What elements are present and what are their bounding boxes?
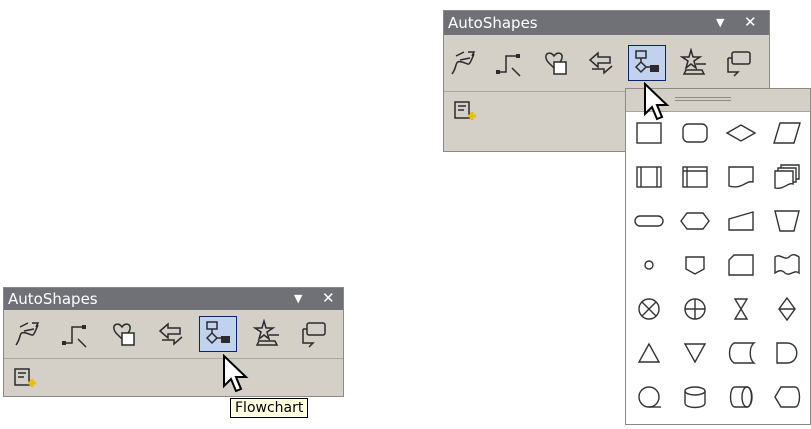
flowchart-multidocument-icon[interactable]: [768, 158, 806, 196]
flowchart-icon[interactable]: [628, 45, 666, 81]
lines-icon[interactable]: [8, 316, 46, 352]
flowchart-terminator-icon[interactable]: [630, 202, 668, 240]
block-arrows-icon[interactable]: [582, 45, 620, 81]
flowchart-or-icon[interactable]: [676, 290, 714, 328]
mouse-cursor-icon: [223, 354, 249, 393]
toolbar-icon-row: [444, 35, 769, 92]
flowchart-punched-tape-icon[interactable]: [768, 246, 806, 284]
flowchart-display-icon[interactable]: [768, 378, 806, 416]
callouts-icon[interactable]: [720, 45, 758, 81]
block-arrows-icon[interactable]: [152, 316, 190, 352]
flowchart-document-icon[interactable]: [722, 158, 760, 196]
basic-shapes-icon[interactable]: [104, 316, 142, 352]
flowchart-alternate-process-icon[interactable]: [676, 114, 714, 152]
callouts-icon[interactable]: [295, 316, 333, 352]
connectors-icon[interactable]: [56, 316, 94, 352]
autoshapes-toolbar-small: AutoShapes ▼ ✕: [3, 287, 344, 397]
basic-shapes-icon[interactable]: [536, 45, 574, 81]
stars-banners-icon[interactable]: [247, 316, 285, 352]
mouse-cursor-icon: [644, 82, 670, 121]
more-autoshapes-icon[interactable]: [10, 360, 40, 396]
toolbar-options-dropdown-icon[interactable]: ▼: [716, 16, 724, 29]
flowchart-predefined-process-icon[interactable]: [630, 158, 668, 196]
flowchart-merge-icon[interactable]: [676, 334, 714, 372]
lines-icon[interactable]: [444, 45, 482, 81]
toolbar-titlebar[interactable]: AutoShapes ▼ ✕: [4, 288, 343, 310]
toolbar-title: AutoShapes: [8, 290, 98, 308]
flowchart-off-page-connector-icon[interactable]: [676, 246, 714, 284]
flowchart-manual-operation-icon[interactable]: [768, 202, 806, 240]
flowchart-sequential-access-storage-icon[interactable]: [630, 378, 668, 416]
flowchart-extract-icon[interactable]: [630, 334, 668, 372]
flowchart-sort-icon[interactable]: [768, 290, 806, 328]
more-autoshapes-icon[interactable]: [450, 93, 480, 129]
toolbar-close-icon[interactable]: ✕: [744, 13, 757, 31]
flowchart-shapes-menu: [625, 88, 811, 425]
flowchart-delay-icon[interactable]: [768, 334, 806, 372]
flowchart-manual-input-icon[interactable]: [722, 202, 760, 240]
flowchart-direct-access-storage-icon[interactable]: [722, 378, 760, 416]
flowchart-summing-junction-icon[interactable]: [630, 290, 668, 328]
flowchart-data-icon[interactable]: [768, 114, 806, 152]
toolbar-icon-row: [4, 310, 343, 359]
toolbar-options-dropdown-icon[interactable]: ▼: [294, 292, 302, 305]
flowchart-magnetic-disk-icon[interactable]: [676, 378, 714, 416]
flowchart-card-icon[interactable]: [722, 246, 760, 284]
flowchart-collate-icon[interactable]: [722, 290, 760, 328]
flowchart-connector-icon[interactable]: [630, 246, 668, 284]
connectors-icon[interactable]: [490, 45, 528, 81]
flowchart-internal-storage-icon[interactable]: [676, 158, 714, 196]
toolbar-second-row: [4, 359, 343, 397]
flowchart-tooltip: Flowchart: [230, 398, 309, 418]
toolbar-titlebar[interactable]: AutoShapes ▼ ✕: [444, 11, 769, 35]
flowchart-icon[interactable]: [199, 316, 238, 352]
flowchart-preparation-icon[interactable]: [676, 202, 714, 240]
flowchart-decision-icon[interactable]: [722, 114, 760, 152]
flowchart-stored-data-icon[interactable]: [722, 334, 760, 372]
toolbar-close-icon[interactable]: ✕: [322, 289, 335, 307]
toolbar-title: AutoShapes: [448, 14, 538, 32]
stars-banners-icon[interactable]: [674, 45, 712, 81]
